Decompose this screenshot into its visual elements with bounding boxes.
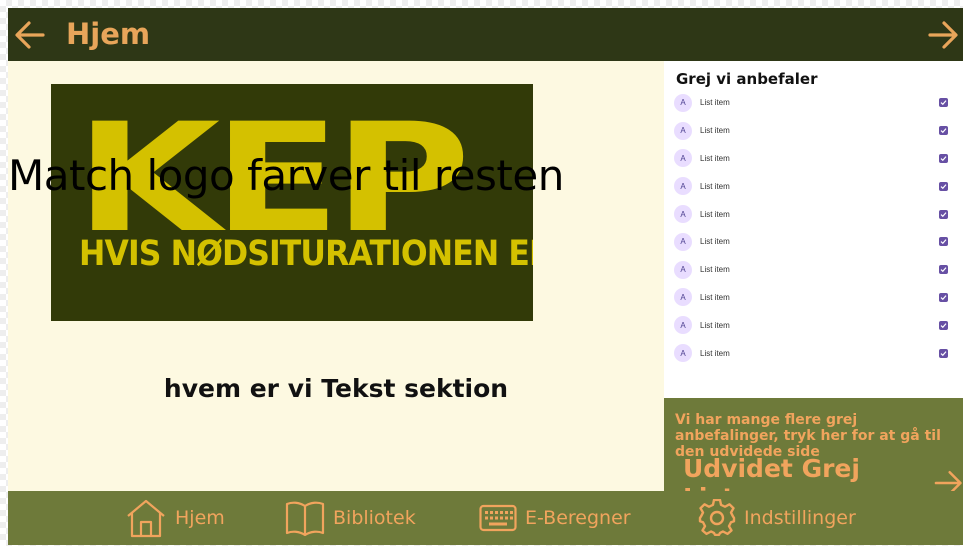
check-icon — [940, 183, 947, 189]
forward-button[interactable] — [927, 20, 959, 50]
check-icon — [940, 100, 947, 106]
list-item[interactable]: A List item — [664, 339, 963, 367]
list-item-label: List item — [700, 320, 730, 330]
checkbox[interactable] — [939, 348, 948, 358]
page-title: Hjem — [66, 17, 151, 51]
list-item[interactable]: A List item — [664, 145, 963, 173]
extended-list-promo[interactable]: Vi har mange flere grej anbefalinger, tr… — [664, 398, 963, 512]
check-icon — [940, 295, 947, 301]
check-icon — [940, 211, 947, 217]
check-icon — [940, 156, 947, 162]
list-item-label: List item — [700, 348, 730, 358]
arrow-left-icon — [15, 21, 45, 49]
check-icon — [940, 322, 947, 328]
list-item-label: List item — [700, 181, 730, 191]
recommendations-list: A List item A List item A List item A List item… — [664, 89, 963, 367]
list-item-label: List item — [700, 126, 730, 136]
list-item-label: List item — [700, 265, 730, 275]
avatar: A — [674, 149, 692, 168]
checkbox[interactable] — [939, 209, 948, 219]
avatar: A — [674, 121, 692, 140]
check-icon — [940, 267, 947, 273]
nav-calculator-label: E-Beregner — [525, 507, 631, 529]
check-icon — [940, 128, 947, 134]
logo-tagline: HVIS NØDSITURATIONEN ER. — [79, 234, 533, 274]
avatar: A — [674, 93, 692, 112]
nav-home-label: Hjem — [175, 507, 225, 529]
checkbox[interactable] — [939, 292, 948, 302]
avatar: A — [674, 260, 692, 279]
design-note: Match logo farver til resten — [8, 151, 564, 200]
recommendations-heading: Grej vi anbefaler — [676, 70, 818, 88]
recommendations-panel: Grej vi anbefaler A List item A List item A L… — [664, 61, 963, 398]
app-frame: Hjem KEP HVIS NØDSITURATIONEN ER. Match … — [8, 8, 963, 545]
nav-library-label: Bibliotek — [333, 507, 416, 529]
nav-calculator[interactable]: E-Beregner — [479, 496, 631, 540]
gear-icon — [698, 499, 736, 537]
book-icon — [285, 501, 325, 537]
list-item[interactable]: A List item — [664, 228, 963, 256]
checkbox[interactable] — [939, 181, 948, 191]
avatar: A — [674, 344, 692, 363]
list-item[interactable]: A List item — [664, 284, 963, 312]
nav-settings[interactable]: Indstillinger — [698, 496, 856, 540]
checkbox[interactable] — [939, 98, 948, 108]
nav-library[interactable]: Bibliotek — [285, 496, 416, 540]
main-content: KEP HVIS NØDSITURATIONEN ER. Match logo … — [8, 61, 664, 491]
arrow-right-icon — [928, 21, 958, 49]
home-icon — [127, 499, 165, 538]
checkbox[interactable] — [939, 237, 948, 247]
checkbox[interactable] — [939, 320, 948, 330]
list-item-label: List item — [700, 153, 730, 163]
list-item[interactable]: A List item — [664, 117, 963, 145]
kep-logo: KEP HVIS NØDSITURATIONEN ER. — [51, 84, 533, 321]
checkbox[interactable] — [939, 153, 948, 163]
list-item-label: List item — [700, 209, 730, 219]
avatar: A — [674, 177, 692, 196]
avatar: A — [674, 205, 692, 224]
bottom-navigation: Hjem Bibliotek E-Beregner Indstillinger — [8, 491, 963, 545]
list-item[interactable]: A List item — [664, 256, 963, 284]
nav-home[interactable]: Hjem — [125, 496, 225, 540]
nav-settings-label: Indstillinger — [744, 507, 856, 529]
avatar: A — [674, 288, 692, 307]
back-button[interactable] — [14, 20, 46, 50]
list-item[interactable]: A List item — [664, 172, 963, 200]
checkbox[interactable] — [939, 126, 948, 136]
list-item[interactable]: A List item — [664, 89, 963, 117]
promo-text: Vi har mange flere grej anbefalinger, tr… — [675, 412, 941, 460]
top-app-bar: Hjem — [8, 8, 963, 61]
list-item-label: List item — [700, 237, 730, 247]
about-section: hvem er vi Tekst sektion — [163, 374, 509, 403]
list-item-label: List item — [700, 98, 730, 108]
list-item[interactable]: A List item — [664, 200, 963, 228]
checkbox[interactable] — [939, 265, 948, 275]
list-item-label: List item — [700, 292, 730, 302]
check-icon — [940, 350, 947, 356]
check-icon — [940, 239, 947, 245]
keyboard-icon — [479, 504, 517, 532]
avatar: A — [674, 316, 692, 335]
avatar: A — [674, 232, 692, 251]
list-item[interactable]: A List item — [664, 311, 963, 339]
